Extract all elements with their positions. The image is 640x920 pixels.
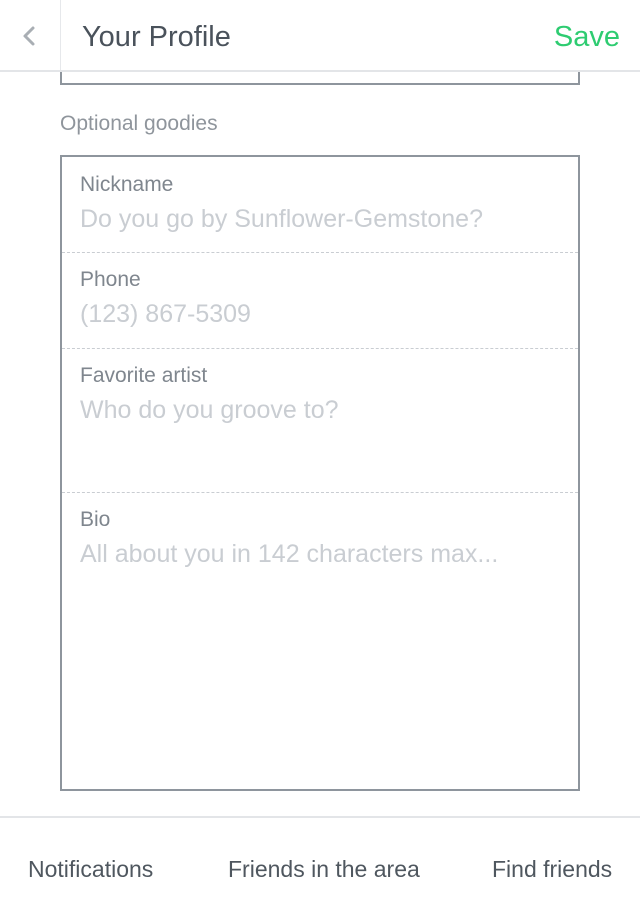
tab-notifications[interactable]: Notifications bbox=[28, 854, 153, 884]
save-button[interactable]: Save bbox=[554, 19, 620, 55]
bio-label: Bio bbox=[80, 508, 111, 531]
nickname-input[interactable] bbox=[80, 203, 550, 235]
phone-input[interactable] bbox=[80, 298, 550, 330]
tab-friends-in-the-area[interactable]: Friends in the area bbox=[228, 854, 420, 884]
phone-label: Phone bbox=[80, 268, 141, 291]
section-label: Optional goodies bbox=[60, 112, 218, 135]
favorite-artist-field-row: Favorite artist bbox=[62, 349, 578, 493]
tab-find-friends[interactable]: Find friends bbox=[492, 854, 612, 884]
back-button[interactable] bbox=[0, 0, 61, 70]
optional-fields-box: Nickname Phone Favorite artist Bio bbox=[60, 155, 580, 791]
nickname-label: Nickname bbox=[80, 173, 174, 196]
favorite-artist-input[interactable] bbox=[80, 394, 550, 426]
bio-field-row: Bio bbox=[62, 493, 578, 789]
chevron-left-icon bbox=[23, 26, 35, 46]
nickname-field-row: Nickname bbox=[62, 157, 578, 253]
phone-field-row: Phone bbox=[62, 253, 578, 349]
page-title: Your Profile bbox=[82, 21, 231, 53]
profile-screen: Your Profile Save Optional goodies Nickn… bbox=[0, 0, 640, 920]
bio-textarea[interactable] bbox=[80, 538, 550, 738]
bottom-tab-bar: Notifications Friends in the area Find f… bbox=[0, 816, 640, 920]
favorite-artist-label: Favorite artist bbox=[80, 364, 208, 387]
top-bar: Your Profile Save bbox=[0, 0, 640, 72]
